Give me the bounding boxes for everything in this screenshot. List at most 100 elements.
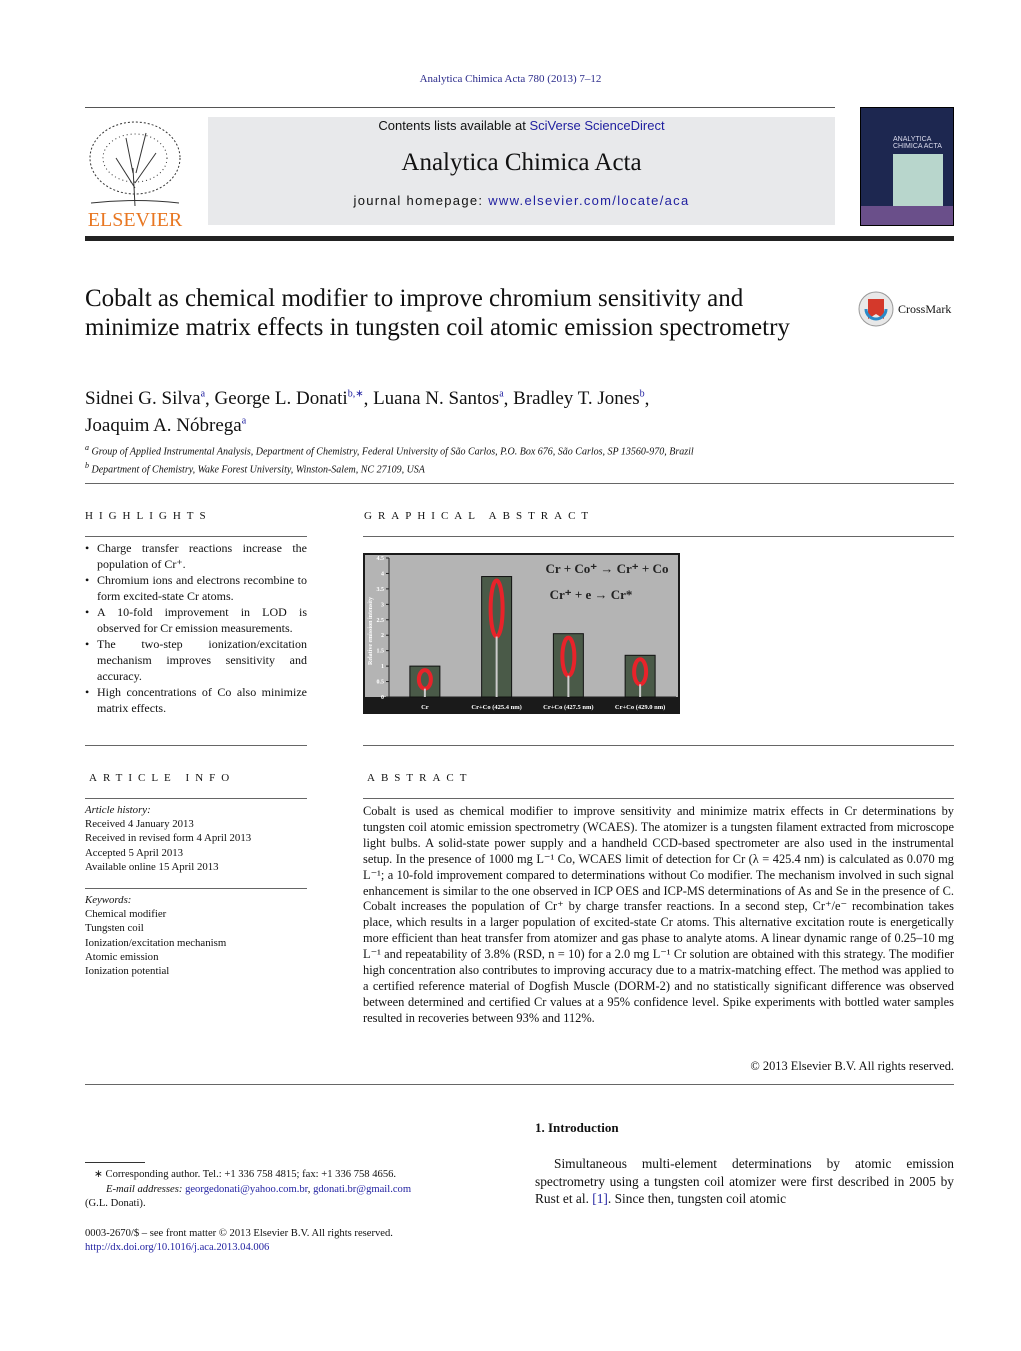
email-line: E-mail addresses: georgedonati@yahoo.com…	[106, 1183, 412, 1195]
article-page: Analytica Chimica Acta 780 (2013) 7–12 E…	[0, 0, 1021, 1351]
keyword: Tungsten coil	[85, 922, 144, 935]
y-tick-label: 0.5	[377, 680, 385, 686]
y-tick-label: 3.5	[377, 587, 385, 593]
article-title: Cobalt as chemical modifier to improve c…	[85, 285, 790, 341]
affiliation-mark[interactable]: a	[201, 389, 205, 400]
chart-annotation: Cr⁺ + e → Cr*	[550, 587, 633, 602]
affiliation-mark[interactable]: a	[242, 415, 246, 426]
affiliation: b Department of Chemistry, Wake Forest U…	[85, 461, 425, 476]
keywords: Keywords: Chemical modifier Tungsten coi…	[85, 893, 307, 978]
affiliations: a Group of Applied Instrumental Analysis…	[85, 441, 694, 478]
divider	[363, 798, 954, 799]
elsevier-logo[interactable]: ELSEVIER	[86, 118, 184, 231]
journal-reference[interactable]: Analytica Chimica Acta 780 (2013) 7–12	[0, 73, 1021, 85]
author[interactable]: George L. Donatib,∗	[215, 388, 364, 409]
cover-footer	[861, 206, 953, 225]
header-rule	[85, 236, 954, 241]
y-tick-label: 1.5	[377, 649, 385, 655]
crossmark-icon	[858, 291, 894, 327]
author[interactable]: Joaquim A. Nóbregaa	[85, 415, 246, 436]
cover-image	[893, 154, 943, 206]
y-tick-label: 4.5	[377, 556, 385, 562]
y-tick-label: 1	[381, 664, 384, 670]
keyword: Chemical modifier	[85, 908, 167, 921]
author-list: Sidnei G. Silvaa, George L. Donatib,∗, L…	[85, 388, 650, 436]
x-tick-label: Cr+Co (427.5 nm)	[543, 704, 593, 711]
y-tick-label: 3	[381, 602, 384, 608]
graphical-abstract-chart: 0 0.5 1 1.5 2 2.5 3 3.5 4 4.5 Cr Cr+Co (425.4 nm) Cr…	[363, 553, 680, 714]
introduction-heading: 1. Introduction	[535, 1120, 619, 1135]
cover-title: ANALYTICA CHIMICA ACTA	[893, 136, 942, 150]
author[interactable]: Sidnei G. Silvaa	[85, 388, 205, 409]
highlights-list: Charge transfer reactions increase the p…	[85, 540, 307, 716]
journal-banner: Contents lists available at SciVerse Sci…	[208, 117, 835, 225]
divider	[363, 536, 954, 537]
footnote-rule	[85, 1162, 145, 1163]
history-item: Accepted 5 April 2013	[85, 846, 184, 859]
y-axis-label: Relative emission intensity	[368, 597, 374, 665]
highlight-item: The two-step ionization/excitation mecha…	[85, 636, 307, 684]
history-item: Available online 15 April 2013	[85, 860, 219, 873]
divider	[85, 888, 307, 889]
graphical-abstract-heading: GRAPHICAL ABSTRACT	[364, 510, 595, 522]
article-info-heading: ARTICLE INFO	[89, 772, 236, 784]
divider	[85, 483, 954, 484]
affiliation-mark[interactable]: a	[499, 389, 503, 400]
doi-link[interactable]: http://dx.doi.org/10.1016/j.aca.2013.04.…	[85, 1242, 269, 1253]
front-matter: 0003-2670/$ – see front matter © 2013 El…	[85, 1227, 393, 1239]
highlight-item: High concentrations of Co also minimize …	[85, 684, 307, 716]
history-item: Received in revised form 4 April 2013	[85, 832, 252, 845]
email-link[interactable]: georgedonati@yahoo.com.br	[185, 1184, 308, 1195]
highlight-item: A 10-fold improvement in LOD is observed…	[85, 604, 307, 636]
affiliation-mark[interactable]: b,∗	[348, 389, 364, 400]
introduction-text: Simultaneous multi-element determination…	[535, 1156, 954, 1206]
elsevier-tree-icon: ELSEVIER	[88, 121, 183, 231]
email-link[interactable]: gdonati.br@gmail.com	[313, 1184, 411, 1195]
article-history: Article history: Received 4 January 2013…	[85, 803, 307, 874]
abstract-copyright: © 2013 Elsevier B.V. All rights reserved…	[750, 1059, 954, 1073]
highlight-item: Charge transfer reactions increase the p…	[85, 540, 307, 572]
author[interactable]: Luana N. Santosa	[373, 388, 504, 409]
homepage-line: journal homepage: www.elsevier.com/locat…	[208, 193, 835, 208]
divider	[85, 107, 835, 108]
highlight-item: Chromium ions and electrons recombine to…	[85, 572, 307, 604]
x-tick-label: Cr	[421, 704, 429, 711]
affiliation: a Group of Applied Instrumental Analysis…	[85, 443, 694, 458]
keywords-label: Keywords:	[85, 894, 132, 906]
corresponding-author-note: ∗ Corresponding author. Tel.: +1 336 758…	[94, 1169, 397, 1180]
homepage-prefix: journal homepage:	[353, 193, 489, 208]
abstract-text: Cobalt is used as chemical modifier to i…	[363, 804, 954, 1025]
divider	[85, 1084, 954, 1085]
y-tick-label: 2.5	[377, 618, 385, 624]
y-tick-label: 4	[381, 571, 384, 577]
keyword: Ionization potential	[85, 965, 170, 978]
sciencedirect-link[interactable]: SciVerse ScienceDirect	[529, 118, 664, 133]
keyword: Atomic emission	[85, 950, 159, 963]
contents-prefix: Contents lists available at	[378, 118, 530, 133]
divider	[85, 798, 307, 799]
x-tick-label: Cr+Co (429.0 nm)	[615, 704, 665, 711]
email-owner: (G.L. Donati).	[85, 1198, 146, 1209]
divider	[85, 745, 307, 746]
homepage-link[interactable]: www.elsevier.com/locate/aca	[488, 193, 689, 208]
footnotes: ∗ Corresponding author. Tel.: +1 336 758…	[85, 1168, 505, 1256]
elsevier-wordmark: ELSEVIER	[88, 209, 183, 228]
y-tick-label: 0	[381, 695, 384, 701]
affiliation-mark[interactable]: b	[640, 389, 645, 400]
keyword: Ionization/excitation mechanism	[85, 936, 227, 949]
divider	[85, 536, 307, 537]
crossmark-button[interactable]: CrossMark	[858, 291, 951, 327]
journal-cover-thumbnail[interactable]: ANALYTICA CHIMICA ACTA	[860, 107, 954, 226]
x-tick-label: Cr+Co (425.4 nm)	[471, 704, 521, 711]
abstract-heading: ABSTRACT	[367, 772, 473, 784]
chart-annotation: Cr + Co⁺ → Cr⁺ + Co	[546, 561, 669, 576]
y-tick-label: 2	[381, 633, 384, 639]
history-item: Received 4 January 2013	[85, 818, 194, 831]
divider	[363, 745, 954, 746]
history-label: Article history:	[85, 804, 151, 816]
crossmark-label: CrossMark	[898, 301, 952, 316]
journal-title: Analytica Chimica Acta	[401, 149, 642, 176]
author[interactable]: Bradley T. Jonesb	[513, 388, 644, 409]
highlights-heading: HIGHLIGHTS	[85, 510, 212, 522]
reference-link[interactable]: [1]	[592, 1191, 608, 1206]
